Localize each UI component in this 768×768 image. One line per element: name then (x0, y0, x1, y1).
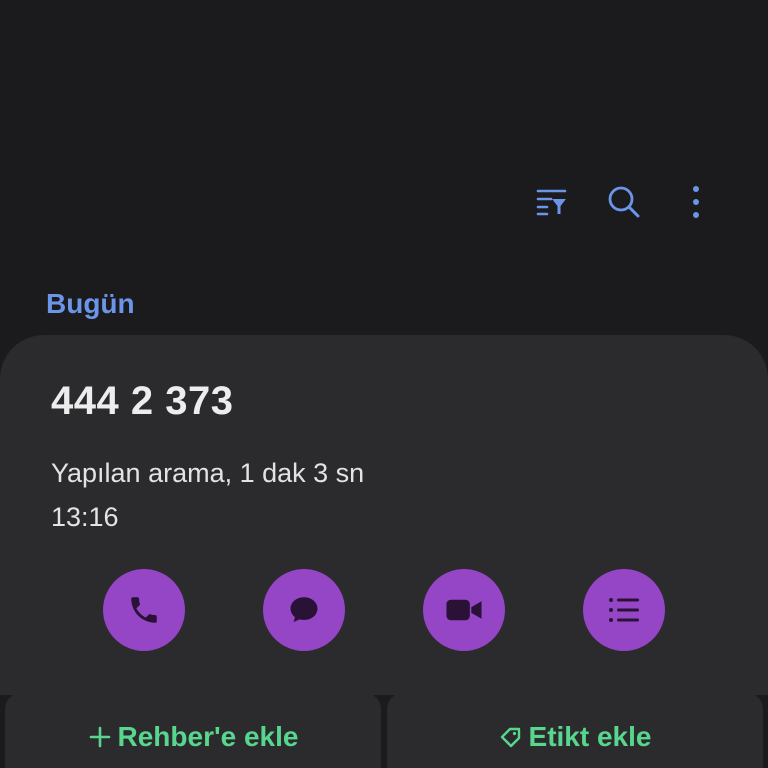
search-button[interactable] (588, 178, 660, 226)
add-tag-button[interactable]: Etikt ekle (387, 693, 763, 768)
message-icon (290, 597, 318, 623)
call-action-row (0, 569, 768, 651)
more-options-icon (693, 186, 699, 218)
top-action-bar (516, 178, 732, 226)
message-button[interactable] (263, 569, 345, 651)
video-call-icon (446, 599, 482, 621)
search-icon (608, 186, 640, 218)
call-detail-card: 444 2 373 Yapılan arama, 1 dak 3 sn 13:1… (0, 335, 768, 695)
details-list-icon (609, 598, 639, 622)
filter-icon (536, 189, 567, 216)
section-label-today: Bugün (46, 288, 135, 319)
filter-button[interactable] (516, 178, 588, 226)
tag-icon (500, 727, 520, 748)
call-time: 13:16 (51, 502, 119, 532)
call-button[interactable] (103, 569, 185, 651)
call-info: Yapılan arama, 1 dak 3 sn (51, 458, 365, 488)
call-details-button[interactable] (583, 569, 665, 651)
phone-icon (131, 597, 157, 623)
video-call-button[interactable] (423, 569, 505, 651)
more-options-button[interactable] (660, 178, 732, 226)
add-to-contacts-label: Rehber'e ekle (117, 721, 299, 752)
add-tag-label: Etikt ekle (528, 721, 652, 752)
call-log-screen: Bugün 444 2 373 Yapılan arama, 1 dak 3 s… (0, 0, 768, 768)
plus-icon (89, 726, 110, 748)
phone-number: 444 2 373 (51, 379, 234, 423)
add-to-contacts-button[interactable]: Rehber'e ekle (5, 693, 381, 768)
